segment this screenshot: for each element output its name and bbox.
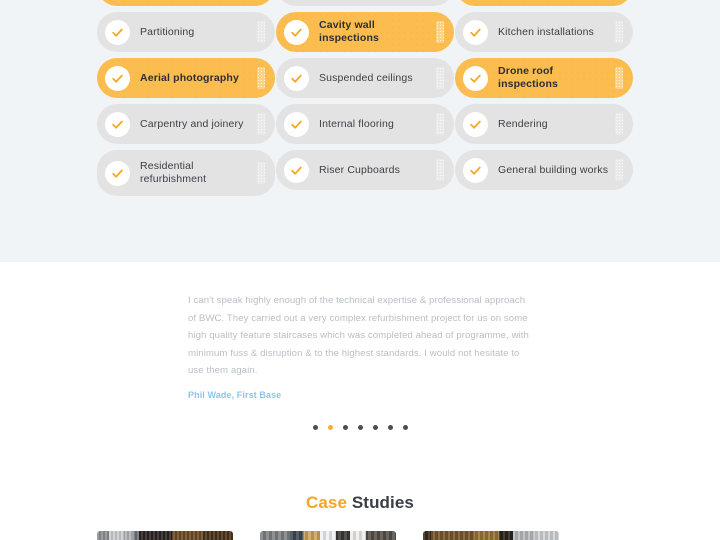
service-card-kitchen-installations[interactable]: Kitchen installations bbox=[455, 12, 633, 52]
case-studies-cards bbox=[97, 531, 559, 540]
services-row: Residential refurbishment Riser Cupboards… bbox=[97, 150, 657, 196]
service-card-label: Residential refurbishment bbox=[140, 160, 207, 185]
service-card-residential-refurbishment[interactable]: Residential refurbishment bbox=[97, 150, 275, 196]
service-card-label: Aerial photography bbox=[140, 71, 239, 84]
case-study-card-3[interactable] bbox=[423, 531, 559, 540]
service-card-cavity-wall-inspections[interactable]: Cavity wall inspections bbox=[276, 12, 454, 52]
card-texture-strip bbox=[436, 113, 444, 135]
carousel-dot-4[interactable] bbox=[357, 425, 363, 430]
service-card-suspended-ceilings[interactable]: Suspended ceilings bbox=[276, 58, 454, 98]
services-cell: Partitioning bbox=[97, 12, 275, 52]
check-circle-icon bbox=[284, 19, 309, 45]
card-texture-strip bbox=[436, 159, 444, 181]
card-texture-strip bbox=[257, 21, 265, 43]
service-card-label: Partitioning bbox=[140, 25, 195, 38]
check-circle-icon bbox=[284, 157, 309, 183]
carousel-dot-2[interactable] bbox=[327, 425, 333, 430]
check-circle-icon bbox=[105, 111, 130, 137]
testimonial-block: I can't speak highly enough of the techn… bbox=[188, 292, 533, 400]
service-card-aerial-photography[interactable]: Aerial photography bbox=[97, 58, 275, 98]
services-cell: Drone roof inspections bbox=[455, 58, 633, 98]
testimonial-author: Phil Wade, First Base bbox=[188, 389, 282, 400]
service-card-label: General building works bbox=[498, 163, 609, 176]
services-row: Carpentry and joinery Internal flooring Re… bbox=[97, 104, 657, 144]
service-card-label: Drone roof inspections bbox=[498, 65, 558, 90]
services-cell bbox=[97, 0, 275, 6]
service-card-label: Kitchen installations bbox=[498, 25, 594, 38]
services-cell: Residential refurbishment bbox=[97, 150, 275, 196]
carousel-dot-5[interactable] bbox=[372, 425, 378, 430]
services-cell: Aerial photography bbox=[97, 58, 275, 98]
case-studies-section: Case Studies bbox=[0, 472, 720, 540]
check-circle-icon bbox=[105, 65, 130, 91]
services-cell: Kitchen installations bbox=[455, 12, 633, 52]
service-card-rendering[interactable]: Rendering bbox=[455, 104, 633, 144]
service-card-internal-flooring[interactable]: Internal flooring bbox=[276, 104, 454, 144]
card-texture-strip bbox=[615, 21, 623, 43]
service-card-drone-roof-inspections[interactable]: Drone roof inspections bbox=[455, 58, 633, 98]
check-circle-icon bbox=[463, 111, 488, 137]
case-studies-heading-rest: Studies bbox=[347, 493, 414, 512]
case-studies-heading: Case Studies bbox=[0, 493, 720, 513]
services-cell: Riser Cupboards bbox=[276, 150, 454, 196]
check-circle-icon bbox=[105, 160, 130, 186]
services-row bbox=[97, 0, 657, 6]
carousel-dot-7[interactable] bbox=[402, 425, 408, 430]
service-card-carpentry-and-joinery[interactable]: Carpentry and joinery bbox=[97, 104, 275, 144]
check-circle-icon bbox=[284, 65, 309, 91]
services-cell: Rendering bbox=[455, 104, 633, 144]
services-row: Aerial photography Suspended ceilings Dron… bbox=[97, 58, 657, 98]
service-card-label: Rendering bbox=[498, 117, 548, 130]
carousel-dot-1[interactable] bbox=[312, 425, 318, 430]
services-cell: Internal flooring bbox=[276, 104, 454, 144]
case-studies-heading-highlight: Case bbox=[306, 493, 348, 512]
check-circle-icon bbox=[463, 65, 488, 91]
page-root: Partitioning Cavity wall inspections Kitch… bbox=[0, 0, 720, 540]
carousel-dot-6[interactable] bbox=[387, 425, 393, 430]
carousel-dot-3[interactable] bbox=[342, 425, 348, 430]
services-cell bbox=[276, 0, 454, 6]
service-card-general-building-works[interactable]: General building works bbox=[455, 150, 633, 190]
check-circle-icon bbox=[463, 19, 488, 45]
service-card-riser-cupboards[interactable]: Riser Cupboards bbox=[276, 150, 454, 190]
service-card-label: Riser Cupboards bbox=[319, 163, 401, 176]
case-study-card-2[interactable] bbox=[260, 531, 396, 540]
case-study-card-1[interactable] bbox=[97, 531, 233, 540]
check-circle-icon bbox=[463, 157, 488, 183]
service-card-clipped-0-2[interactable] bbox=[455, 0, 633, 6]
services-grid: Partitioning Cavity wall inspections Kitch… bbox=[97, 0, 657, 202]
card-texture-strip bbox=[436, 67, 444, 89]
card-texture-strip bbox=[615, 113, 623, 135]
service-card-clipped-0-1[interactable] bbox=[276, 0, 454, 6]
check-circle-icon bbox=[284, 111, 309, 137]
testimonial-section: I can't speak highly enough of the techn… bbox=[0, 262, 720, 472]
testimonial-carousel-dots[interactable] bbox=[0, 425, 720, 430]
service-card-label: Carpentry and joinery bbox=[140, 117, 244, 130]
services-cell bbox=[455, 0, 633, 6]
check-circle-icon bbox=[105, 19, 130, 45]
service-card-partitioning[interactable]: Partitioning bbox=[97, 12, 275, 52]
services-cell: Carpentry and joinery bbox=[97, 104, 275, 144]
service-card-clipped-0-0[interactable] bbox=[97, 0, 275, 6]
services-cell: General building works bbox=[455, 150, 633, 196]
testimonial-quote: I can't speak highly enough of the techn… bbox=[188, 295, 529, 376]
services-cell: Cavity wall inspections bbox=[276, 12, 454, 52]
services-section: Partitioning Cavity wall inspections Kitch… bbox=[0, 0, 720, 262]
service-card-label: Cavity wall inspections bbox=[319, 19, 379, 44]
service-card-label: Suspended ceilings bbox=[319, 71, 413, 84]
service-card-label: Internal flooring bbox=[319, 117, 394, 130]
services-row: Partitioning Cavity wall inspections Kitch… bbox=[97, 12, 657, 52]
services-cell: Suspended ceilings bbox=[276, 58, 454, 98]
